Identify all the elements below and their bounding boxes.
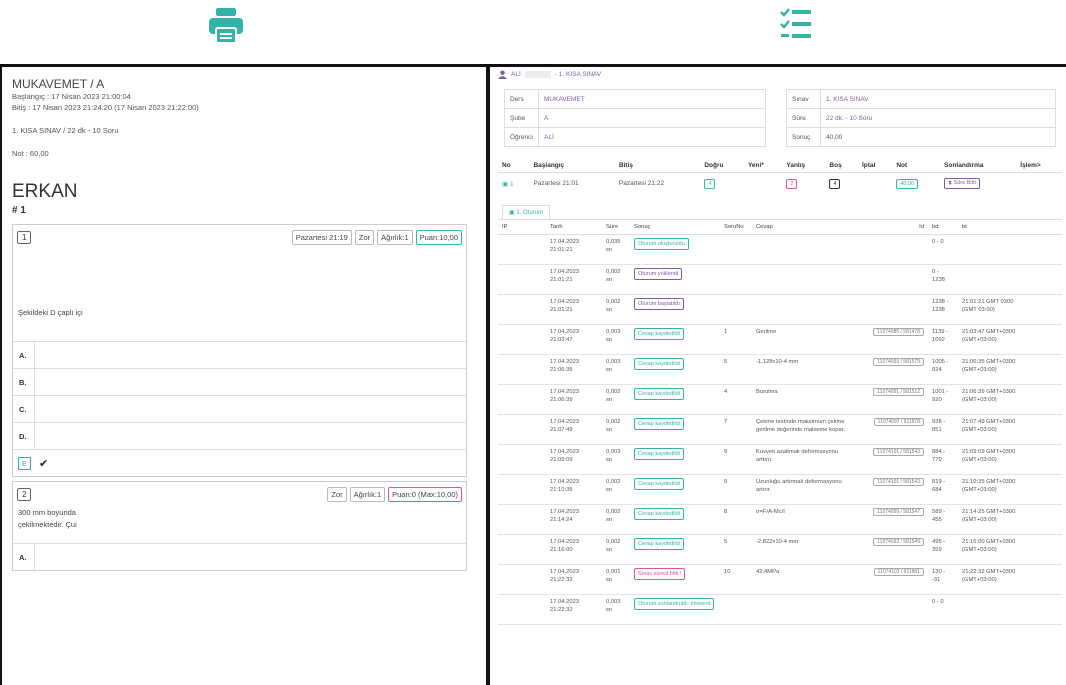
checklist-icon[interactable]	[780, 8, 812, 49]
log-row: 17.04.2023 21:06:39 0,002 sn Cevap kaydedild…	[498, 384, 1062, 415]
result-badge: Cevap kaydedildi	[634, 448, 684, 460]
log-row: 17.04.2023 21:07:49 0,002 sn Cevap kaydedild…	[498, 414, 1062, 445]
log-row: 17.04.2023 21:03:47 0,003 sn Cevap kaydedild…	[498, 324, 1062, 355]
question-number: 1	[17, 231, 32, 244]
log-row: 17.04.2023 21:10:35 0,002 sn Cevap kaydedild…	[498, 474, 1062, 505]
result-badge: Cevap kaydedildi	[634, 478, 684, 490]
exam-sheet: MUKAVEMET / A Başlangıç : 17 Nisan 2023 …	[0, 67, 490, 685]
time-tag: Pazartesi 21:19	[291, 230, 352, 245]
question-1: 1 Pazartesi 21:19 Zor Ağırlık:1 Puan:10,…	[12, 224, 467, 477]
option-c[interactable]: C.	[13, 395, 466, 422]
log-row: 17.04.2023 21:14:24 0,002 sn Cevap kaydedild…	[498, 504, 1062, 535]
student-number: # 1	[12, 205, 26, 216]
result-badge: Cevap kaydedildi	[634, 328, 684, 340]
log-row: 17.04.2023 21:22:32 0,001 sn Sınav süresi bi…	[498, 564, 1062, 595]
question-text: Şekildeki D çaplı içi	[18, 308, 83, 317]
exam-info-table: Sınav 1. KISA SINAV Süre 22 dk. - 10 Soru …	[786, 89, 1056, 147]
option-a[interactable]: A.	[13, 543, 466, 570]
id-badge: 11074093 / 581579	[873, 358, 924, 366]
log-row: 17.04.2023 21:06:35 0,003 sn Cevap kaydedild…	[498, 354, 1062, 385]
points-tag: Puan:10,00	[415, 230, 462, 245]
exam-info: 1. KISA SINAV / 22 dk - 10 Soru	[12, 126, 119, 135]
result-badge: Cevap kaydedildi	[634, 388, 684, 400]
student-name: ERKAN	[12, 181, 78, 202]
log-rows: 17.04.2023 21:01:21 0,035 sn Oturum oluşturu…	[498, 234, 1062, 625]
clipboard-icon: ▣	[502, 180, 509, 188]
tab-session-1[interactable]: ▣ 1. Oturum	[502, 204, 551, 219]
result-badge: Oturum yüklendi	[634, 268, 683, 280]
difficulty-tag: Zor	[354, 230, 375, 245]
course-info: Ders MUKAVEMET Şube A Öğrenci ALİ	[504, 89, 766, 147]
course-title: MUKAVEMET / A	[12, 77, 105, 91]
result-badge: Oturum oluşturuldu	[634, 237, 689, 250]
points-tag: Puan:0 (Max:10,00)	[388, 487, 462, 502]
result-badge: Sınav süresi bitti !	[634, 568, 686, 580]
start-time: Başlangıç : 17 Nisan 2023 21:00:04	[12, 92, 131, 101]
question-number: 2	[17, 488, 32, 501]
check-icon: ✔	[39, 457, 49, 470]
panel-header: ALİ - 1. KISA SINAV	[494, 67, 1066, 81]
print-icon[interactable]	[209, 8, 243, 49]
weight-tag: Ağırlık:1	[349, 487, 386, 502]
log-table: IP Tarih Süre Sonuç SoruNo Cevap Id bd b…	[498, 218, 1062, 235]
id-badge: 11074091 / 581512	[873, 388, 924, 396]
user-name: ALİ	[511, 70, 521, 78]
result-badge: Cevap kaydedildi	[634, 538, 684, 550]
log-row: 17.04.2023 21:01:21 0,002 sn Oturum yüklendi…	[498, 264, 1062, 295]
summary-row[interactable]: ▣ 1 Pazartesi 21:01 Pazartesi 21:22 4 2 …	[498, 173, 1062, 195]
content-frame: MUKAVEMET / A Başlangıç : 17 Nisan 2023 …	[0, 64, 1066, 685]
weight-tag: Ağırlık:1	[377, 230, 413, 245]
id-badge: 11074093 / 581549	[873, 538, 924, 546]
user-icon	[498, 69, 507, 79]
result-badge: Cevap kaydedildi	[634, 358, 684, 370]
log-row: 17.04.2023 21:01:21 0,002 sn Oturum başlatıl…	[498, 294, 1062, 325]
id-badge: 11074085 / 581478	[873, 328, 924, 336]
summary-table: No Başlangıç Bitiş Doğru Yeni* Yanlış Bo…	[498, 159, 1062, 195]
id-badge: 11074101 / 581543	[873, 448, 924, 456]
exam-title: - 1. KISA SINAV	[554, 70, 602, 78]
log-row: 17.04.2023 21:09:09 0,003 sn Cevap kaydedild…	[498, 444, 1062, 475]
id-badge: 11074097 / 911878	[873, 418, 924, 426]
question-2: 2 Zor Ağırlık:1 Puan:0 (Max:10,00) 300 m…	[12, 481, 467, 571]
option-d[interactable]: D.	[13, 422, 466, 449]
difficulty-tag: Zor	[327, 487, 347, 502]
option-b[interactable]: B.	[13, 368, 466, 395]
end-time: Bitiş : 17 Nisan 2023 21:24:20 (17 Nisan…	[12, 103, 199, 112]
result-badge: Oturum sonlandırıldı: timeend	[634, 598, 715, 610]
info-tables: Ders MUKAVEMET Şube A Öğrenci ALİ Sınav 1. K…	[504, 89, 1056, 147]
session-panel: ALİ - 1. KISA SINAV Ders MUKAVEMET Şube A …	[494, 67, 1066, 685]
id-badge: 11074101 / 581543	[873, 478, 924, 486]
hourglass-badge: ⧗ Süre Bitti	[944, 178, 980, 190]
log-row: 17.04.2023 21:16:00 0,002 sn Cevap kaydedild…	[498, 534, 1062, 565]
log-row: 17.04.2023 21:22:32 0,003 sn Oturum sonlandı…	[498, 594, 1062, 625]
question-text-line2: çekilmektedir. Çui	[18, 520, 77, 529]
log-row: 17.04.2023 21:01:21 0,035 sn Oturum oluşturu…	[498, 234, 1062, 265]
id-badge: 11074103 / 911881	[873, 568, 924, 576]
id-badge: 11074099 / 581547	[873, 508, 924, 516]
result-badge: Oturum başlatıldı	[634, 298, 684, 310]
question-text-line1: 300 mm boyunda	[18, 508, 76, 517]
option-e[interactable]: E ✔	[13, 449, 466, 476]
result-badge: Cevap kaydedildi	[634, 418, 684, 430]
grade: Not : 60,00	[12, 149, 49, 158]
result-badge: Cevap kaydedildi	[634, 508, 684, 520]
selected-option: E	[18, 456, 32, 470]
option-a[interactable]: A.	[13, 341, 466, 368]
